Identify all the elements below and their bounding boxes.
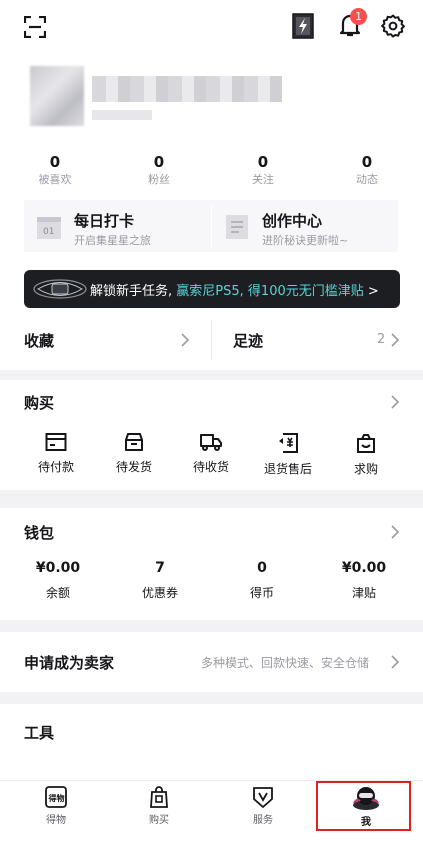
purchase-item-label: 求购 bbox=[353, 462, 378, 476]
footprint-count: 2 bbox=[377, 332, 386, 347]
service-shield-icon bbox=[253, 787, 273, 808]
purchase-item-label: 退货售后 bbox=[263, 462, 312, 476]
document-icon bbox=[226, 215, 248, 239]
wallet-allowance[interactable]: ¥0.00 津贴 bbox=[324, 560, 404, 601]
banner-text-main: 解锁新手任务, bbox=[90, 284, 173, 299]
banner-text-tail: 得100元无门槛津贴 bbox=[247, 284, 364, 299]
tools-title: 工具 bbox=[24, 724, 55, 742]
wallet-label: 优惠券 bbox=[141, 586, 178, 600]
chevron-right-icon bbox=[391, 655, 400, 669]
user-id-blurred bbox=[92, 110, 152, 120]
avatar[interactable] bbox=[30, 66, 84, 126]
wallet-value: 0 bbox=[257, 560, 267, 576]
svg-text:01: 01 bbox=[43, 227, 54, 237]
wallet-coupons[interactable]: 7 优惠券 bbox=[120, 560, 200, 601]
want-to-buy[interactable]: 求购 bbox=[331, 432, 401, 477]
order-pending-shipment[interactable]: 待发货 bbox=[99, 432, 169, 475]
stat-value: 0 bbox=[257, 153, 269, 171]
newbie-task-banner[interactable]: 解锁新手任务, 赢索尼PS5, 得100元无门槛津贴 > bbox=[24, 270, 400, 308]
dewu-banner-logo-icon bbox=[33, 279, 87, 299]
wallet-title[interactable]: 钱包 bbox=[24, 522, 54, 543]
notification-badge: 1 bbox=[350, 8, 367, 25]
top-bar: 1 bbox=[0, 0, 423, 56]
highlight-box bbox=[316, 781, 411, 831]
wallet-value: 7 bbox=[155, 560, 165, 576]
tab-label: 购买 bbox=[149, 815, 169, 826]
chevron-right-icon bbox=[391, 395, 400, 409]
stat-label: 粉丝 bbox=[148, 173, 170, 186]
banner-text: 解锁新手任务, 赢索尼PS5, 得100元无门槛津贴 > bbox=[90, 280, 379, 299]
wallet-value: ¥0.00 bbox=[35, 560, 81, 576]
footprint-link[interactable]: 足迹 bbox=[233, 330, 263, 351]
chevron-right-icon bbox=[391, 333, 400, 347]
stat-likes[interactable]: 0 被喜欢 bbox=[15, 152, 95, 188]
order-pending-payment[interactable]: 待付款 bbox=[21, 432, 91, 475]
card-divider bbox=[211, 204, 212, 248]
gear-icon[interactable] bbox=[381, 14, 405, 38]
lightning-card-icon[interactable] bbox=[292, 13, 314, 39]
box-icon bbox=[125, 433, 143, 451]
stat-label: 被喜欢 bbox=[38, 173, 72, 186]
tab-dewu[interactable]: 得物 得物 bbox=[26, 785, 86, 826]
tools-section: 工具 bbox=[0, 704, 423, 780]
purchase-item-label: 待收货 bbox=[192, 460, 229, 474]
stat-label: 动态 bbox=[356, 173, 378, 186]
become-seller-row[interactable]: 申请成为卖家 多种模式、回款快速、安全仓储 bbox=[0, 632, 423, 692]
purchase-item-label: 待付款 bbox=[37, 460, 74, 474]
dewu-logo-icon: 得物 bbox=[45, 786, 67, 808]
favorites-footprint-row: 收藏 足迹 2 bbox=[0, 310, 423, 370]
order-after-sales[interactable]: 退货售后 bbox=[253, 432, 323, 477]
shopping-bag-icon bbox=[150, 786, 168, 808]
banner-text-highlight: 赢索尼PS5, bbox=[176, 284, 244, 299]
stat-following[interactable]: 0 关注 bbox=[223, 152, 303, 188]
order-pending-receipt[interactable]: 待收货 bbox=[176, 432, 246, 475]
username-blurred[interactable] bbox=[92, 76, 282, 102]
banner-chevron: > bbox=[367, 284, 379, 299]
checkin-subtitle: 开启集星星之旅 bbox=[74, 234, 151, 247]
refund-icon bbox=[279, 433, 298, 453]
wallet-section: 钱包 ¥0.00 余额 7 优惠券 0 得币 ¥0.00 津贴 bbox=[0, 508, 423, 620]
svg-text:得物: 得物 bbox=[48, 793, 65, 803]
truck-icon bbox=[200, 434, 222, 451]
seller-subtitle: 多种模式、回款快速、安全仓储 bbox=[201, 656, 370, 670]
checkin-title[interactable]: 每日打卡 bbox=[74, 210, 134, 231]
stat-value: 0 bbox=[49, 153, 61, 171]
quick-cards: 01 每日打卡 开启集星星之旅 创作中心 进阶秘诀更新啦~ bbox=[24, 200, 398, 252]
wallet-coins[interactable]: 0 得币 bbox=[222, 560, 302, 601]
purchase-title[interactable]: 购买 bbox=[24, 392, 54, 413]
purchase-item-label: 待发货 bbox=[115, 460, 152, 474]
creator-center-subtitle: 进阶秘诀更新啦~ bbox=[262, 234, 349, 247]
tab-buy[interactable]: 购买 bbox=[129, 785, 189, 826]
wallet-balance[interactable]: ¥0.00 余额 bbox=[18, 560, 98, 601]
chevron-right-icon bbox=[391, 525, 400, 539]
purchase-section: 购买 待付款 待发货 待收货 退货售后 求购 bbox=[0, 380, 423, 490]
wallet-label: 津贴 bbox=[351, 586, 376, 600]
tab-service[interactable]: 服务 bbox=[233, 785, 293, 826]
stat-fans[interactable]: 0 粉丝 bbox=[119, 152, 199, 188]
tab-label: 得物 bbox=[46, 815, 66, 826]
scan-icon[interactable] bbox=[24, 16, 46, 38]
profile-section: 0 被喜欢 0 粉丝 0 关注 0 动态 01 每日打卡 开启集星星之旅 创作中… bbox=[0, 56, 423, 326]
wallet-label: 得币 bbox=[249, 586, 274, 600]
creator-center-title[interactable]: 创作中心 bbox=[262, 210, 322, 231]
card-icon bbox=[45, 433, 67, 451]
stat-label: 关注 bbox=[252, 173, 274, 186]
stat-value: 0 bbox=[153, 153, 165, 171]
stat-value: 0 bbox=[361, 153, 373, 171]
stat-posts[interactable]: 0 动态 bbox=[327, 152, 407, 188]
seller-title: 申请成为卖家 bbox=[24, 654, 115, 672]
calendar-01-icon: 01 bbox=[37, 217, 61, 239]
bag-icon bbox=[357, 434, 375, 453]
divider bbox=[211, 320, 212, 360]
wallet-value: ¥0.00 bbox=[341, 560, 387, 576]
tab-label: 服务 bbox=[253, 815, 273, 826]
stats-row: 0 被喜欢 0 粉丝 0 关注 0 动态 bbox=[0, 152, 423, 192]
favorites-link[interactable]: 收藏 bbox=[24, 330, 54, 351]
wallet-label: 余额 bbox=[45, 586, 70, 600]
chevron-right-icon bbox=[181, 333, 190, 347]
